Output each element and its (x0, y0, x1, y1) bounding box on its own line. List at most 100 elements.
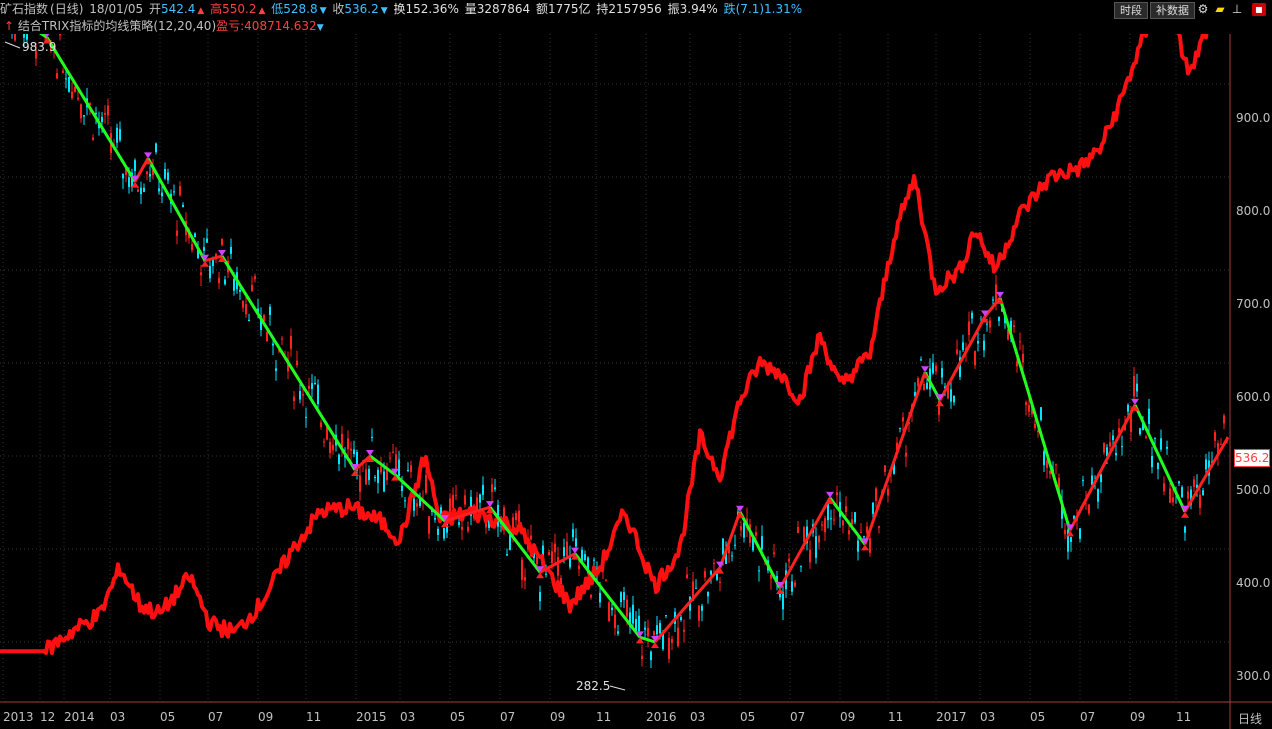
candle-body (368, 468, 370, 481)
candle-body (521, 559, 523, 580)
candle-body (953, 396, 955, 403)
candle-body (314, 382, 316, 385)
candle-body (425, 474, 427, 493)
candle-body (962, 342, 964, 350)
candle-body (941, 368, 943, 378)
candle-body (158, 188, 160, 192)
candle-body (494, 487, 496, 490)
candle-body (293, 396, 295, 402)
candle-body (1139, 428, 1141, 435)
candle-body (290, 335, 292, 349)
candle-body (1172, 497, 1174, 503)
x-tick-label: 05 (740, 710, 756, 724)
buy-signal-marker (536, 572, 544, 579)
candle-body (845, 506, 847, 513)
candle-body (461, 526, 463, 530)
candle-body (233, 279, 235, 291)
candle-body (614, 614, 616, 629)
high-marker-label: 983.9 (22, 40, 57, 54)
turnover-value: 换152.36% (393, 2, 459, 16)
candle-body (905, 452, 907, 457)
candle-body (416, 503, 418, 507)
candle-body (122, 173, 124, 179)
candle-body (1148, 408, 1150, 424)
candle-body (167, 172, 169, 181)
settings-icon[interactable]: ⚙ (1196, 3, 1210, 16)
trend-segment (369, 454, 396, 476)
trend-segment (863, 371, 927, 545)
candle-body (1160, 438, 1162, 450)
candle-body (410, 465, 412, 472)
candle-body (359, 475, 361, 492)
candle-body (107, 105, 109, 116)
change-value: 跌(7.1)1.31% (723, 2, 803, 16)
candle-body (632, 604, 634, 624)
candle-body (1082, 479, 1084, 481)
candle-body (305, 416, 307, 418)
candle-body (92, 137, 94, 141)
candle-body (920, 359, 922, 361)
time-period-button[interactable]: 时段 (1114, 2, 1148, 19)
candle-body (1205, 459, 1207, 470)
candle-body (218, 277, 220, 284)
candle-body (899, 427, 901, 429)
pin-icon[interactable]: ⊥ (1230, 3, 1244, 16)
candle-body (341, 433, 343, 448)
candle-body (515, 513, 517, 520)
candle-body (572, 529, 574, 538)
candle-body (551, 551, 553, 564)
close-icon[interactable]: ▪ (1252, 3, 1266, 16)
candle-body (974, 351, 976, 366)
dropdown-arrow-icon[interactable]: ▼ (317, 23, 324, 33)
high-value: 550.2 (222, 2, 257, 16)
equity-line (0, 34, 1209, 656)
candle-body (200, 272, 202, 276)
candle-body (404, 500, 406, 502)
buy-signal-marker (651, 642, 659, 648)
x-tick-label: 2017 (936, 710, 967, 724)
candle-body (623, 592, 625, 601)
candle-body (1025, 402, 1027, 406)
sell-signal-marker (571, 547, 579, 554)
strategy-name: 结合TRIX指标的均线策略(12,20,40) (17, 19, 217, 33)
open-value: 542.4 (160, 2, 196, 16)
x-tick-label: 09 (258, 710, 274, 724)
candle-body (800, 565, 802, 567)
candle-body (869, 538, 871, 553)
candle-body (1193, 479, 1195, 488)
candle-body (872, 502, 874, 514)
x-tick-label: 03 (110, 710, 126, 724)
trend-segment (45, 36, 137, 183)
buy-signal-marker (201, 260, 209, 267)
candle-body (389, 457, 391, 459)
candle-body (239, 289, 241, 292)
candle-body (956, 349, 958, 354)
candle-body (722, 538, 724, 555)
candle-body (1223, 415, 1225, 424)
candle-body (821, 524, 823, 526)
strategy-legend: ↑ 结合TRIX指标的均线策略(12,20,40)盈亏:408714.632▼ (4, 18, 324, 34)
candle-body (1115, 453, 1117, 456)
candle-body (608, 602, 610, 621)
candle-body (626, 599, 628, 617)
close-label: 收 (332, 2, 345, 16)
close-value: 536.2 (344, 2, 379, 16)
trend-segment (778, 497, 832, 589)
candle-body (119, 129, 121, 141)
candle-body (1151, 456, 1153, 468)
supplement-data-button[interactable]: 补数据 (1150, 2, 1195, 19)
price-chart[interactable] (0, 34, 1272, 729)
candle-body (1016, 361, 1018, 367)
y-tick-label: 400.0 (1236, 576, 1271, 590)
candle-body (677, 627, 679, 647)
eraser-icon[interactable]: ▰ (1213, 3, 1227, 16)
candle-body (788, 559, 790, 562)
candle-body (68, 77, 70, 92)
x-tick-label: 12 (40, 710, 56, 724)
low-label: 低 (271, 2, 284, 16)
candle-body (971, 312, 973, 319)
instrument-title: 矿石指数 (0, 2, 49, 16)
sell-signal-marker (921, 366, 929, 373)
x-tick-label: 07 (790, 710, 806, 724)
candle-body (308, 385, 310, 389)
